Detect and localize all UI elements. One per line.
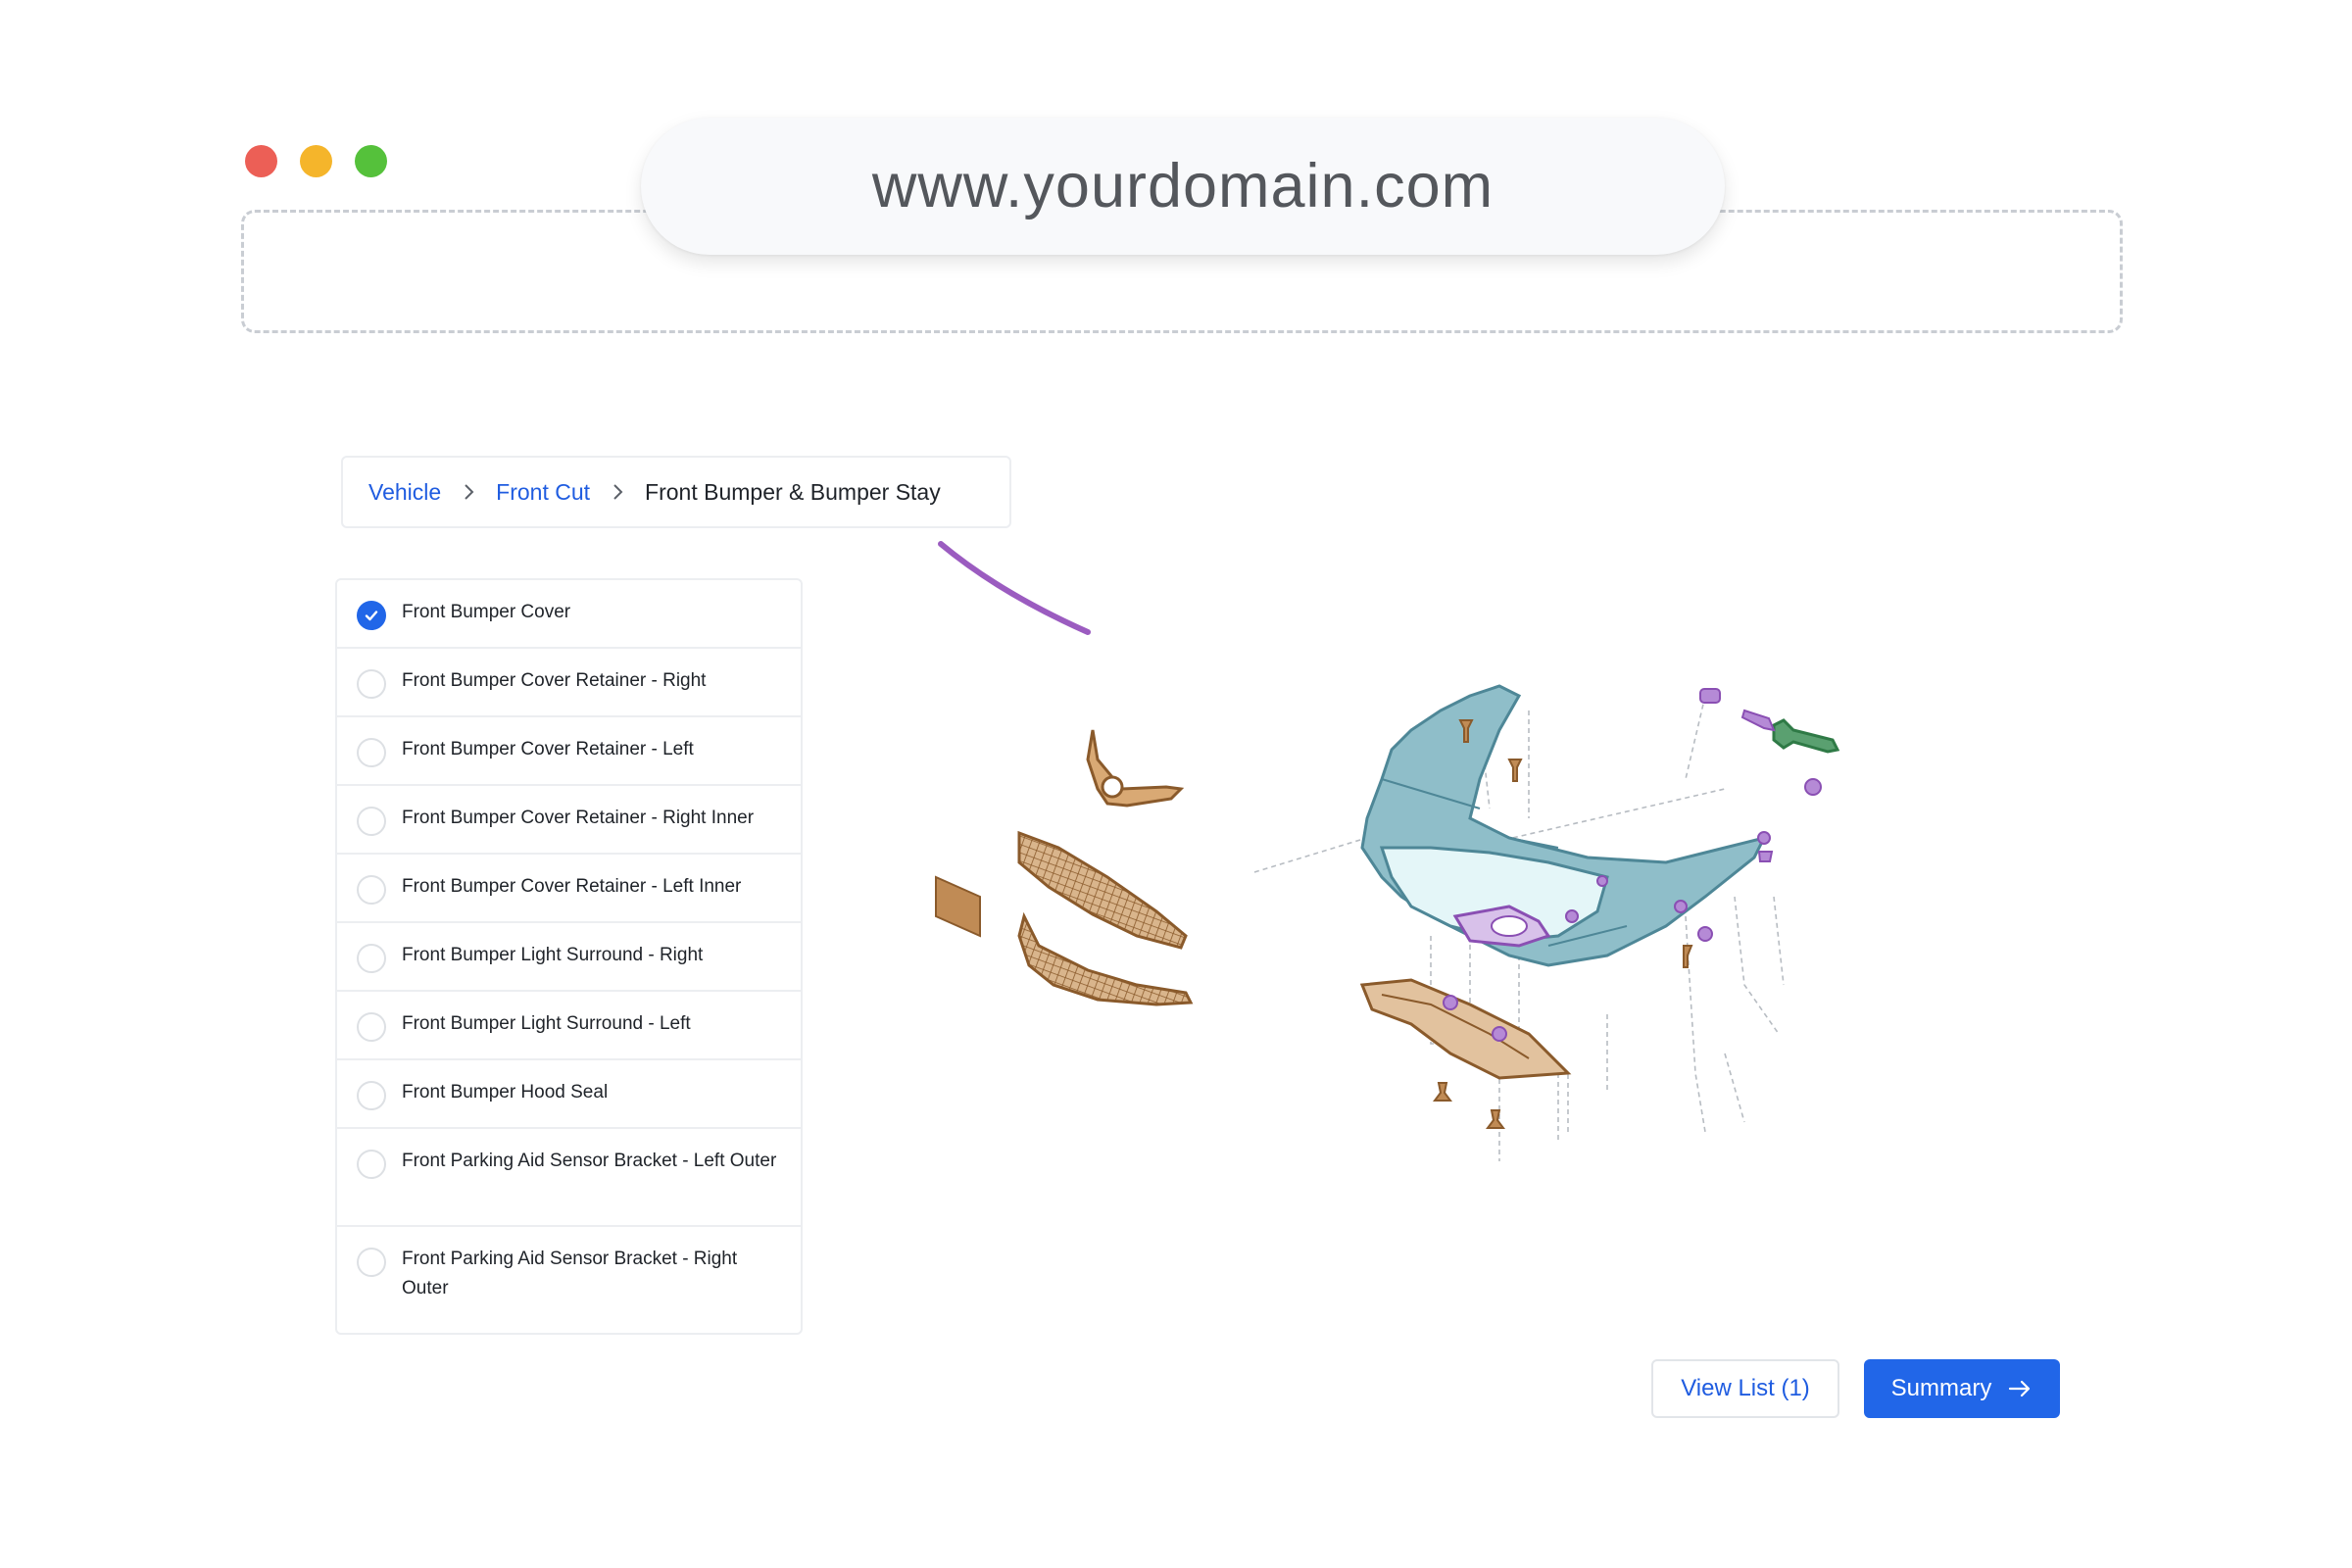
breadcrumb-current: Front Bumper & Bumper Stay bbox=[645, 478, 941, 505]
close-window-button[interactable] bbox=[245, 145, 277, 177]
part-item-sensor-bracket-right-outer[interactable]: Front Parking Aid Sensor Bracket - Right… bbox=[337, 1227, 801, 1325]
radio-unchecked-icon[interactable] bbox=[357, 669, 386, 699]
part-label: Front Bumper Cover Retainer - Left Inner bbox=[402, 876, 742, 897]
upper-grille-part[interactable] bbox=[1017, 830, 1188, 950]
part-item-light-surround-right[interactable]: Front Bumper Light Surround - Right bbox=[337, 923, 801, 992]
chevron-right-icon bbox=[441, 483, 496, 501]
view-list-label: View List (1) bbox=[1681, 1375, 1810, 1401]
part-label: Front Parking Aid Sensor Bracket - Right… bbox=[402, 1249, 738, 1298]
part-item-retainer-left-inner[interactable]: Front Bumper Cover Retainer - Left Inner bbox=[337, 855, 801, 923]
radio-unchecked-icon[interactable] bbox=[357, 875, 386, 905]
license-bracket-part[interactable] bbox=[935, 875, 981, 938]
part-item-front-bumper-cover[interactable]: Front Bumper Cover bbox=[337, 580, 801, 649]
front-bumper-exploded-diagram[interactable] bbox=[921, 524, 1901, 1328]
light-surround-left-part[interactable] bbox=[1086, 729, 1185, 808]
minimize-window-button[interactable] bbox=[300, 145, 332, 177]
radio-unchecked-icon[interactable] bbox=[357, 944, 386, 973]
hood-seal-part[interactable] bbox=[938, 541, 1091, 635]
radio-unchecked-icon[interactable] bbox=[357, 1012, 386, 1042]
bumper-bracket-part[interactable] bbox=[1772, 718, 1840, 754]
summary-label: Summary bbox=[1890, 1375, 1992, 1401]
chevron-right-icon bbox=[590, 483, 645, 501]
part-label: Front Bumper Cover Retainer - Right bbox=[402, 670, 707, 691]
part-item-light-surround-left[interactable]: Front Bumper Light Surround - Left bbox=[337, 992, 801, 1060]
address-bar[interactable]: www.yourdomain.com bbox=[641, 118, 1725, 255]
breadcrumb-front-cut[interactable]: Front Cut bbox=[496, 479, 590, 506]
checkbox-checked-icon[interactable] bbox=[357, 601, 386, 630]
maximize-window-button[interactable] bbox=[355, 145, 387, 177]
part-item-retainer-right-inner[interactable]: Front Bumper Cover Retainer - Right Inne… bbox=[337, 786, 801, 855]
radio-unchecked-icon[interactable] bbox=[357, 738, 386, 767]
part-item-sensor-bracket-left-outer[interactable]: Front Parking Aid Sensor Bracket - Left … bbox=[337, 1129, 801, 1227]
part-item-retainer-left[interactable]: Front Bumper Cover Retainer - Left bbox=[337, 717, 801, 786]
part-label: Front Bumper Cover Retainer - Right Inne… bbox=[402, 808, 755, 828]
view-list-button[interactable]: View List (1) bbox=[1651, 1359, 1839, 1418]
breadcrumb: Vehicle Front Cut Front Bumper & Bumper … bbox=[341, 456, 1011, 528]
breadcrumb-vehicle[interactable]: Vehicle bbox=[368, 479, 441, 506]
part-label: Front Bumper Light Surround - Right bbox=[402, 945, 704, 965]
url-text: www.yourdomain.com bbox=[871, 152, 1494, 220]
part-label: Front Bumper Light Surround - Left bbox=[402, 1013, 691, 1034]
radio-unchecked-icon[interactable] bbox=[357, 1248, 386, 1277]
window-controls bbox=[245, 145, 387, 177]
part-label: Front Bumper Hood Seal bbox=[402, 1082, 609, 1102]
part-item-hood-seal[interactable]: Front Bumper Hood Seal bbox=[337, 1060, 801, 1129]
radio-unchecked-icon[interactable] bbox=[357, 807, 386, 836]
summary-button[interactable]: Summary bbox=[1864, 1359, 2060, 1418]
arrow-right-icon bbox=[2009, 1380, 2031, 1397]
radio-unchecked-icon[interactable] bbox=[357, 1150, 386, 1179]
radio-unchecked-icon[interactable] bbox=[357, 1081, 386, 1110]
part-label: Front Bumper Cover bbox=[402, 602, 571, 622]
part-label: Front Parking Aid Sensor Bracket - Left … bbox=[402, 1151, 777, 1171]
parts-list: Front Bumper Cover Front Bumper Cover Re… bbox=[335, 578, 803, 1335]
part-item-retainer-right[interactable]: Front Bumper Cover Retainer - Right bbox=[337, 649, 801, 717]
bumper-cover-part[interactable] bbox=[1360, 684, 1767, 967]
part-label: Front Bumper Cover Retainer - Left bbox=[402, 739, 694, 760]
under-tray-part[interactable] bbox=[1359, 978, 1572, 1080]
